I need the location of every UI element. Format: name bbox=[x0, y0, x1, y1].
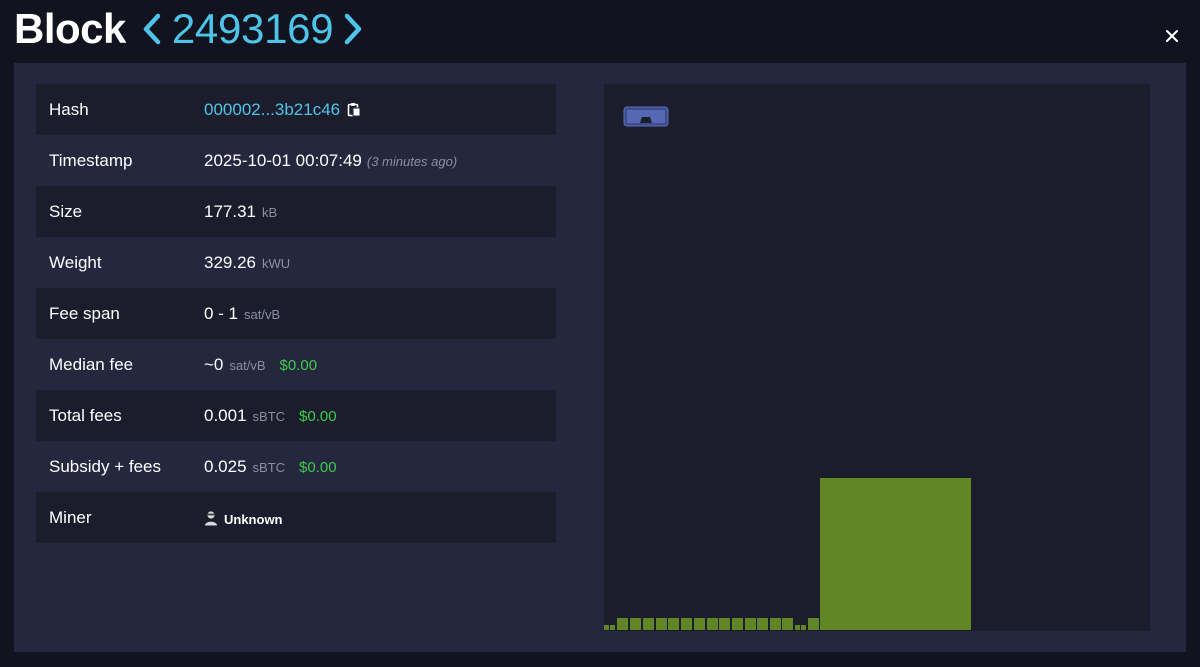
median-fee-value: ~0 sat/vB $0.00 bbox=[204, 355, 317, 375]
page-header: Block 2493169 bbox=[14, 4, 369, 54]
tx-square[interactable] bbox=[681, 618, 692, 630]
miner-name[interactable]: Unknown bbox=[224, 512, 283, 527]
fee-span-value: 0 - 1 sat/vB bbox=[204, 304, 280, 324]
hash-label: Hash bbox=[49, 99, 89, 119]
chevron-right-icon bbox=[345, 13, 362, 45]
total-fees-fiat: $0.00 bbox=[299, 407, 337, 425]
tx-square[interactable] bbox=[668, 618, 679, 630]
weight-value: 329.26 kWU bbox=[204, 253, 290, 273]
miner-label: Miner bbox=[49, 507, 92, 527]
anonymous-miner-icon bbox=[204, 510, 218, 526]
subsidy-fees-number: 0.025 bbox=[204, 456, 247, 476]
fee-span-unit: sat/vB bbox=[244, 306, 281, 322]
size-unit: kB bbox=[262, 204, 278, 220]
size-label: Size bbox=[49, 201, 83, 221]
tx-square[interactable] bbox=[630, 618, 641, 630]
subsidy-fees-label: Subsidy + fees bbox=[49, 456, 161, 476]
tx-square[interactable] bbox=[820, 478, 971, 630]
miner-value: Unknown bbox=[204, 508, 283, 527]
tx-square[interactable] bbox=[694, 618, 705, 630]
row-size: Size 177.31 kB bbox=[36, 186, 556, 237]
timestamp-relative: (3 minutes ago) bbox=[366, 153, 458, 169]
copy-icon[interactable] bbox=[347, 102, 361, 117]
size-value: 177.31 kB bbox=[204, 202, 277, 222]
median-fee-fiat: $0.00 bbox=[279, 356, 318, 374]
row-fee-span: Fee span 0 - 1 sat/vB bbox=[36, 288, 556, 339]
weight-unit: kWU bbox=[262, 255, 291, 271]
median-fee-unit: sat/vB bbox=[229, 357, 266, 373]
chevron-left-icon bbox=[143, 13, 161, 45]
fee-span-number: 0 - 1 bbox=[204, 303, 239, 323]
row-timestamp: Timestamp 2025-10-01 00:07:49 (3 minutes… bbox=[36, 135, 556, 186]
size-number: 177.31 bbox=[204, 201, 256, 221]
weight-label: Weight bbox=[49, 252, 102, 272]
total-fees-label: Total fees bbox=[49, 405, 122, 425]
tx-square[interactable] bbox=[707, 618, 718, 630]
tx-square[interactable] bbox=[604, 625, 609, 630]
row-median-fee: Median fee ~0 sat/vB $0.00 bbox=[36, 339, 556, 390]
tx-square[interactable] bbox=[757, 618, 768, 630]
tx-square[interactable] bbox=[808, 618, 819, 630]
block-details-panel: Hash 000002...3b21c46 Timestamp 2025-10-… bbox=[14, 63, 1186, 652]
close-button[interactable] bbox=[1160, 24, 1184, 48]
total-fees-unit: sBTC bbox=[252, 408, 286, 424]
subsidy-fees-unit: sBTC bbox=[252, 459, 286, 475]
block-height[interactable]: 2493169 bbox=[172, 5, 334, 53]
row-weight: Weight 329.26 kWU bbox=[36, 237, 556, 288]
subsidy-fees-value: 0.025 sBTC $0.00 bbox=[204, 457, 337, 477]
previous-block-button[interactable] bbox=[136, 7, 168, 51]
timestamp-value: 2025-10-01 00:07:49 (3 minutes ago) bbox=[204, 151, 457, 171]
timestamp-text: 2025-10-01 00:07:49 bbox=[204, 150, 362, 170]
weight-number: 329.26 bbox=[204, 252, 256, 272]
hash-link[interactable]: 000002...3b21c46 bbox=[204, 100, 340, 120]
row-subsidy-fees: Subsidy + fees 0.025 sBTC $0.00 bbox=[36, 441, 556, 492]
tx-square[interactable] bbox=[732, 618, 743, 630]
tx-square[interactable] bbox=[610, 625, 615, 630]
tx-square[interactable] bbox=[795, 625, 800, 630]
tx-square[interactable] bbox=[643, 618, 654, 630]
row-miner: Miner Unknown bbox=[36, 492, 556, 543]
row-hash: Hash 000002...3b21c46 bbox=[36, 84, 556, 135]
total-fees-number: 0.001 bbox=[204, 405, 247, 425]
total-fees-value: 0.001 sBTC $0.00 bbox=[204, 406, 337, 426]
tx-square[interactable] bbox=[617, 618, 628, 630]
tx-square[interactable] bbox=[745, 618, 756, 630]
goggles-icon[interactable] bbox=[623, 106, 669, 128]
next-block-button[interactable] bbox=[337, 7, 369, 51]
row-total-fees: Total fees 0.001 sBTC $0.00 bbox=[36, 390, 556, 441]
fee-span-label: Fee span bbox=[49, 303, 120, 323]
median-fee-number: ~0 bbox=[204, 354, 224, 374]
tx-square[interactable] bbox=[770, 618, 781, 630]
page-title: Block bbox=[14, 5, 126, 52]
close-icon bbox=[1166, 30, 1178, 42]
tx-square[interactable] bbox=[656, 618, 667, 630]
median-fee-label: Median fee bbox=[49, 354, 134, 374]
tx-square[interactable] bbox=[801, 625, 806, 630]
hash-value: 000002...3b21c46 bbox=[204, 100, 361, 120]
tx-square[interactable] bbox=[782, 618, 793, 630]
subsidy-fees-fiat: $0.00 bbox=[299, 458, 337, 476]
tx-square[interactable] bbox=[719, 618, 730, 630]
block-visualization bbox=[604, 84, 1150, 631]
details-table: Hash 000002...3b21c46 Timestamp 2025-10-… bbox=[36, 84, 556, 543]
timestamp-label: Timestamp bbox=[49, 150, 133, 170]
